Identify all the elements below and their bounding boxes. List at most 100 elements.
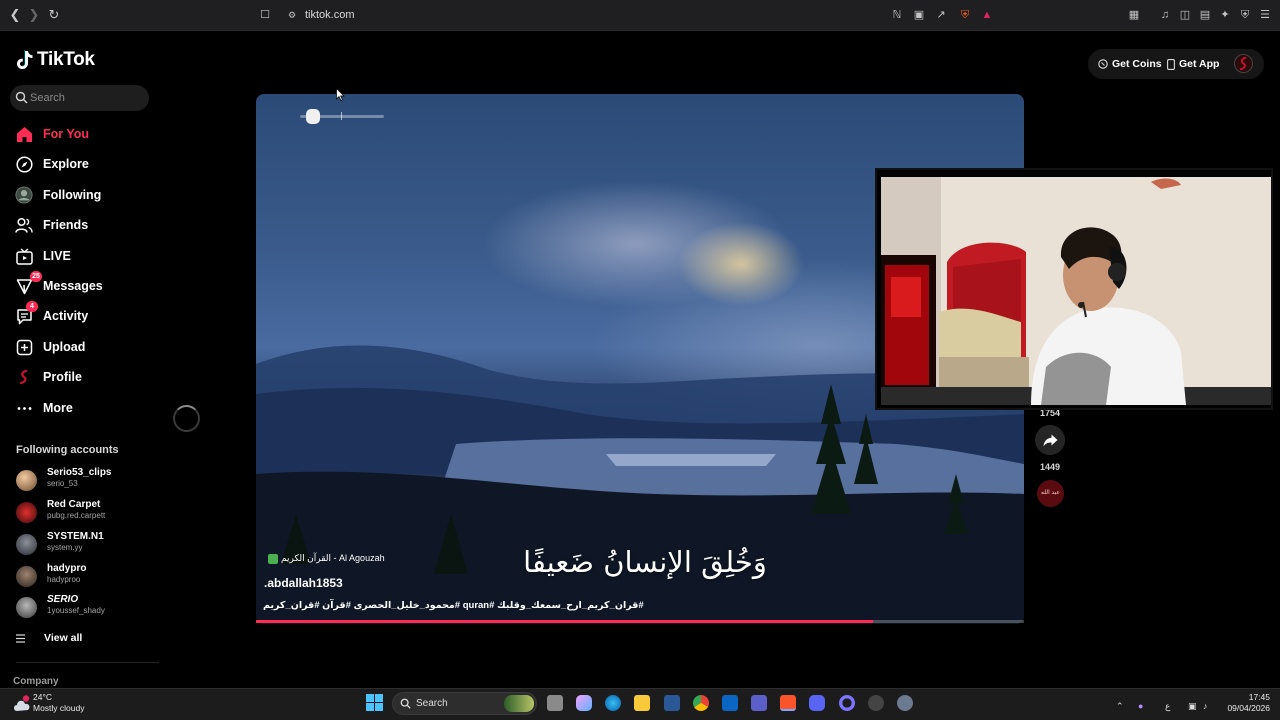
video-caption: وَخُلِقَ الإنسانُ ضَعيفًا	[523, 545, 767, 579]
keyboard-language[interactable]: ع	[1165, 701, 1170, 712]
avatar	[16, 597, 37, 618]
windows-start-icon[interactable]	[366, 694, 383, 711]
app-icon[interactable]	[868, 695, 884, 711]
nav-item-following[interactable]: Following	[15, 184, 101, 206]
video-hashtags[interactable]: #قران_كريم_ارح_سمعك_وقلبك #quran #محمود_…	[263, 600, 644, 611]
volume-handle[interactable]	[306, 109, 320, 124]
music-info[interactable]: القرآن الكريم - Al Agouzah	[268, 553, 385, 564]
search-placeholder: Search	[30, 92, 65, 104]
tab-search-icon[interactable]: ▦	[1127, 8, 1141, 22]
footer-company-link[interactable]: Company	[13, 676, 59, 687]
nav-label: Activity	[43, 309, 89, 323]
mail-icon[interactable]	[722, 695, 738, 711]
video-progress-bar[interactable]	[256, 620, 1024, 623]
nav-item-friends[interactable]: Friends	[15, 214, 88, 236]
account-name: SERIO	[47, 594, 79, 605]
network-icon[interactable]: ▣	[1188, 701, 1197, 712]
leo-ai-icon[interactable]: ✦	[1218, 8, 1232, 22]
following-account[interactable]: Red Carpet pubg.red.carpett	[16, 499, 156, 525]
bookmark-icon[interactable]: ☐	[258, 8, 272, 22]
system-clock[interactable]: 17:45 09/04/2026	[1226, 692, 1270, 714]
following-account[interactable]: hadypro hadyproo	[16, 563, 156, 589]
file-explorer-icon[interactable]	[634, 695, 650, 711]
vpn-icon[interactable]: ⛨	[1238, 8, 1252, 22]
nav-label: Profile	[43, 370, 82, 384]
webcam-feed	[881, 177, 1271, 405]
video-author[interactable]: .abdallah1853	[264, 576, 343, 590]
nav-label: Upload	[43, 340, 86, 354]
nav-item-messages[interactable]: 25 Messages	[15, 271, 103, 297]
account-name: hadypro	[47, 563, 87, 574]
get-app-button[interactable]: Get App	[1167, 58, 1219, 70]
profile-icon	[15, 368, 33, 386]
teams-icon[interactable]	[751, 695, 767, 711]
clock-date: 09/04/2026	[1227, 703, 1270, 713]
nav-item-activity[interactable]: 4 Activity	[15, 301, 89, 327]
nav-item-for-you[interactable]: For You	[15, 123, 89, 145]
menu-icon[interactable]: ☰	[1258, 8, 1272, 22]
store-icon[interactable]	[664, 695, 680, 711]
copilot-icon[interactable]	[576, 695, 592, 711]
brave-shield-icon[interactable]: ⛨	[958, 8, 972, 22]
view-all-button[interactable]: View all	[16, 632, 82, 644]
chrome-icon[interactable]	[693, 695, 709, 711]
sidebar-icon[interactable]: ◫	[1178, 8, 1192, 22]
share-page-icon[interactable]: ↗	[934, 8, 948, 22]
activity-badge: 4	[26, 301, 38, 312]
following-avatar-icon	[15, 186, 33, 204]
user-avatar[interactable]	[1234, 54, 1253, 73]
settings-icon[interactable]	[897, 695, 913, 711]
tray-expand-icon[interactable]: ⌃	[1116, 701, 1124, 712]
share-count: 1449	[1039, 462, 1061, 472]
loading-spinner	[173, 405, 200, 432]
obs-icon[interactable]	[839, 695, 855, 711]
brave-icon[interactable]	[780, 695, 796, 711]
account-handle: hadyproo	[47, 575, 81, 584]
brave-rewards-icon[interactable]: ▲	[980, 8, 994, 22]
nav-item-upload[interactable]: Upload	[15, 336, 85, 358]
get-coins-button[interactable]: Get Coins	[1098, 58, 1162, 70]
forward-icon[interactable]: ❯	[26, 7, 42, 23]
translate-icon[interactable]: ℕ	[890, 8, 904, 22]
nav-label: More	[43, 401, 73, 415]
search-input[interactable]: Search	[10, 85, 149, 111]
profile-logo-icon	[1239, 56, 1247, 71]
message-icon: 25	[15, 271, 42, 295]
list-icon	[16, 633, 25, 643]
discord-icon[interactable]	[809, 695, 825, 711]
nav-item-more[interactable]: More	[15, 397, 73, 419]
edge-icon[interactable]	[605, 695, 621, 711]
search-highlight-icon	[504, 695, 534, 712]
volume-icon[interactable]: ♪	[1203, 701, 1208, 711]
activity-icon: 4	[15, 301, 38, 325]
clock-time: 17:45	[1248, 692, 1270, 702]
nav-item-profile[interactable]: Profile	[15, 366, 82, 388]
nav-item-explore[interactable]: Explore	[15, 153, 89, 175]
webcam-scene	[881, 177, 1271, 405]
compass-icon	[15, 155, 33, 173]
nav-label: Messages	[43, 279, 103, 293]
media-icon[interactable]: ♫	[1158, 8, 1172, 22]
reload-icon[interactable]: ↻	[46, 7, 62, 23]
back-icon[interactable]: ❮	[7, 7, 23, 23]
sound-disc[interactable]: عبد الله	[1037, 480, 1064, 507]
site-info-icon[interactable]: ⚙	[285, 8, 299, 22]
microphone-icon[interactable]: ●	[1138, 701, 1143, 711]
share-button[interactable]	[1035, 425, 1065, 455]
task-view-icon[interactable]	[547, 695, 563, 711]
taskbar-search[interactable]: Search	[392, 692, 537, 715]
avatar	[16, 566, 37, 587]
tiktok-logo[interactable]: TikTok	[16, 49, 95, 71]
following-account[interactable]: Serio53_clips serio_53	[16, 467, 156, 493]
account-name: Red Carpet	[47, 499, 101, 510]
nav-item-live[interactable]: LIVE	[15, 245, 71, 267]
account-name: SYSTEM.N1	[47, 531, 104, 542]
nav-label: Explore	[43, 157, 89, 171]
cast-icon[interactable]: ▣	[912, 8, 926, 22]
account-handle: 1youssef_shady	[47, 606, 105, 615]
wallet-icon[interactable]: ▤	[1198, 8, 1212, 22]
following-account[interactable]: SERIO 1youssef_shady	[16, 594, 156, 620]
search-icon	[400, 698, 411, 709]
webcam-overlay	[875, 168, 1273, 410]
following-account[interactable]: SYSTEM.N1 system.yy	[16, 531, 156, 557]
